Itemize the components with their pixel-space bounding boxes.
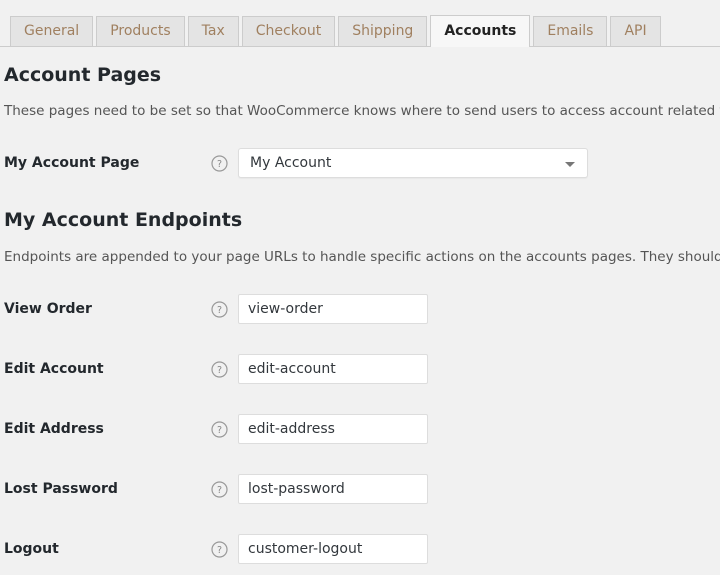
- tab-accounts[interactable]: Accounts: [430, 15, 530, 47]
- endpoint-input-edit-address[interactable]: [238, 414, 428, 444]
- tab-products[interactable]: Products: [96, 16, 184, 46]
- endpoint-row-view-order: View Order ?: [0, 294, 720, 324]
- help-circle-icon[interactable]: ?: [211, 481, 228, 498]
- endpoint-label-lost-password: Lost Password: [4, 474, 118, 504]
- endpoint-label-edit-account: Edit Account: [4, 354, 104, 384]
- endpoint-input-logout[interactable]: [238, 534, 428, 564]
- endpoint-label-view-order: View Order: [4, 294, 92, 324]
- tab-emails[interactable]: Emails: [533, 16, 607, 46]
- endpoint-row-lost-password: Lost Password ?: [0, 474, 720, 504]
- svg-text:?: ?: [217, 159, 222, 170]
- help-circle-icon[interactable]: ?: [211, 421, 228, 438]
- svg-text:?: ?: [217, 425, 222, 436]
- svg-text:?: ?: [217, 365, 222, 376]
- tab-tax[interactable]: Tax: [188, 16, 239, 46]
- chevron-down-icon: [565, 162, 575, 167]
- endpoints-description: Endpoints are appended to your page URLs…: [0, 249, 720, 265]
- help-circle-icon[interactable]: ?: [211, 361, 228, 378]
- tab-bar-underline: [0, 46, 720, 47]
- endpoint-label-logout: Logout: [4, 534, 59, 564]
- tab-shipping[interactable]: Shipping: [338, 16, 427, 46]
- endpoints-heading: My Account Endpoints: [0, 209, 242, 231]
- svg-text:?: ?: [217, 485, 222, 496]
- endpoint-input-edit-account[interactable]: [238, 354, 428, 384]
- account-pages-heading: Account Pages: [0, 64, 161, 86]
- help-circle-icon[interactable]: ?: [211, 301, 228, 318]
- my-account-page-select[interactable]: My Account: [238, 148, 588, 178]
- endpoint-label-edit-address: Edit Address: [4, 414, 104, 444]
- endpoint-input-view-order[interactable]: [238, 294, 428, 324]
- endpoint-row-edit-address: Edit Address ?: [0, 414, 720, 444]
- tab-general[interactable]: General: [10, 16, 93, 46]
- tab-api[interactable]: API: [610, 16, 660, 46]
- endpoint-row-edit-account: Edit Account ?: [0, 354, 720, 384]
- help-circle-icon[interactable]: ?: [211, 155, 228, 172]
- endpoint-row-logout: Logout ?: [0, 534, 720, 564]
- tab-list: General Products Tax Checkout Shipping A…: [10, 15, 661, 46]
- my-account-page-row: My Account Page ? My Account: [0, 148, 720, 178]
- tab-checkout[interactable]: Checkout: [242, 16, 336, 46]
- svg-text:?: ?: [217, 305, 222, 316]
- my-account-page-select-value: My Account: [250, 149, 331, 178]
- endpoint-input-lost-password[interactable]: [238, 474, 428, 504]
- svg-text:?: ?: [217, 545, 222, 556]
- my-account-page-label: My Account Page: [4, 148, 139, 178]
- help-circle-icon[interactable]: ?: [211, 541, 228, 558]
- account-pages-description: These pages need to be set so that WooCo…: [0, 103, 720, 119]
- settings-tab-bar: General Products Tax Checkout Shipping A…: [0, 0, 720, 47]
